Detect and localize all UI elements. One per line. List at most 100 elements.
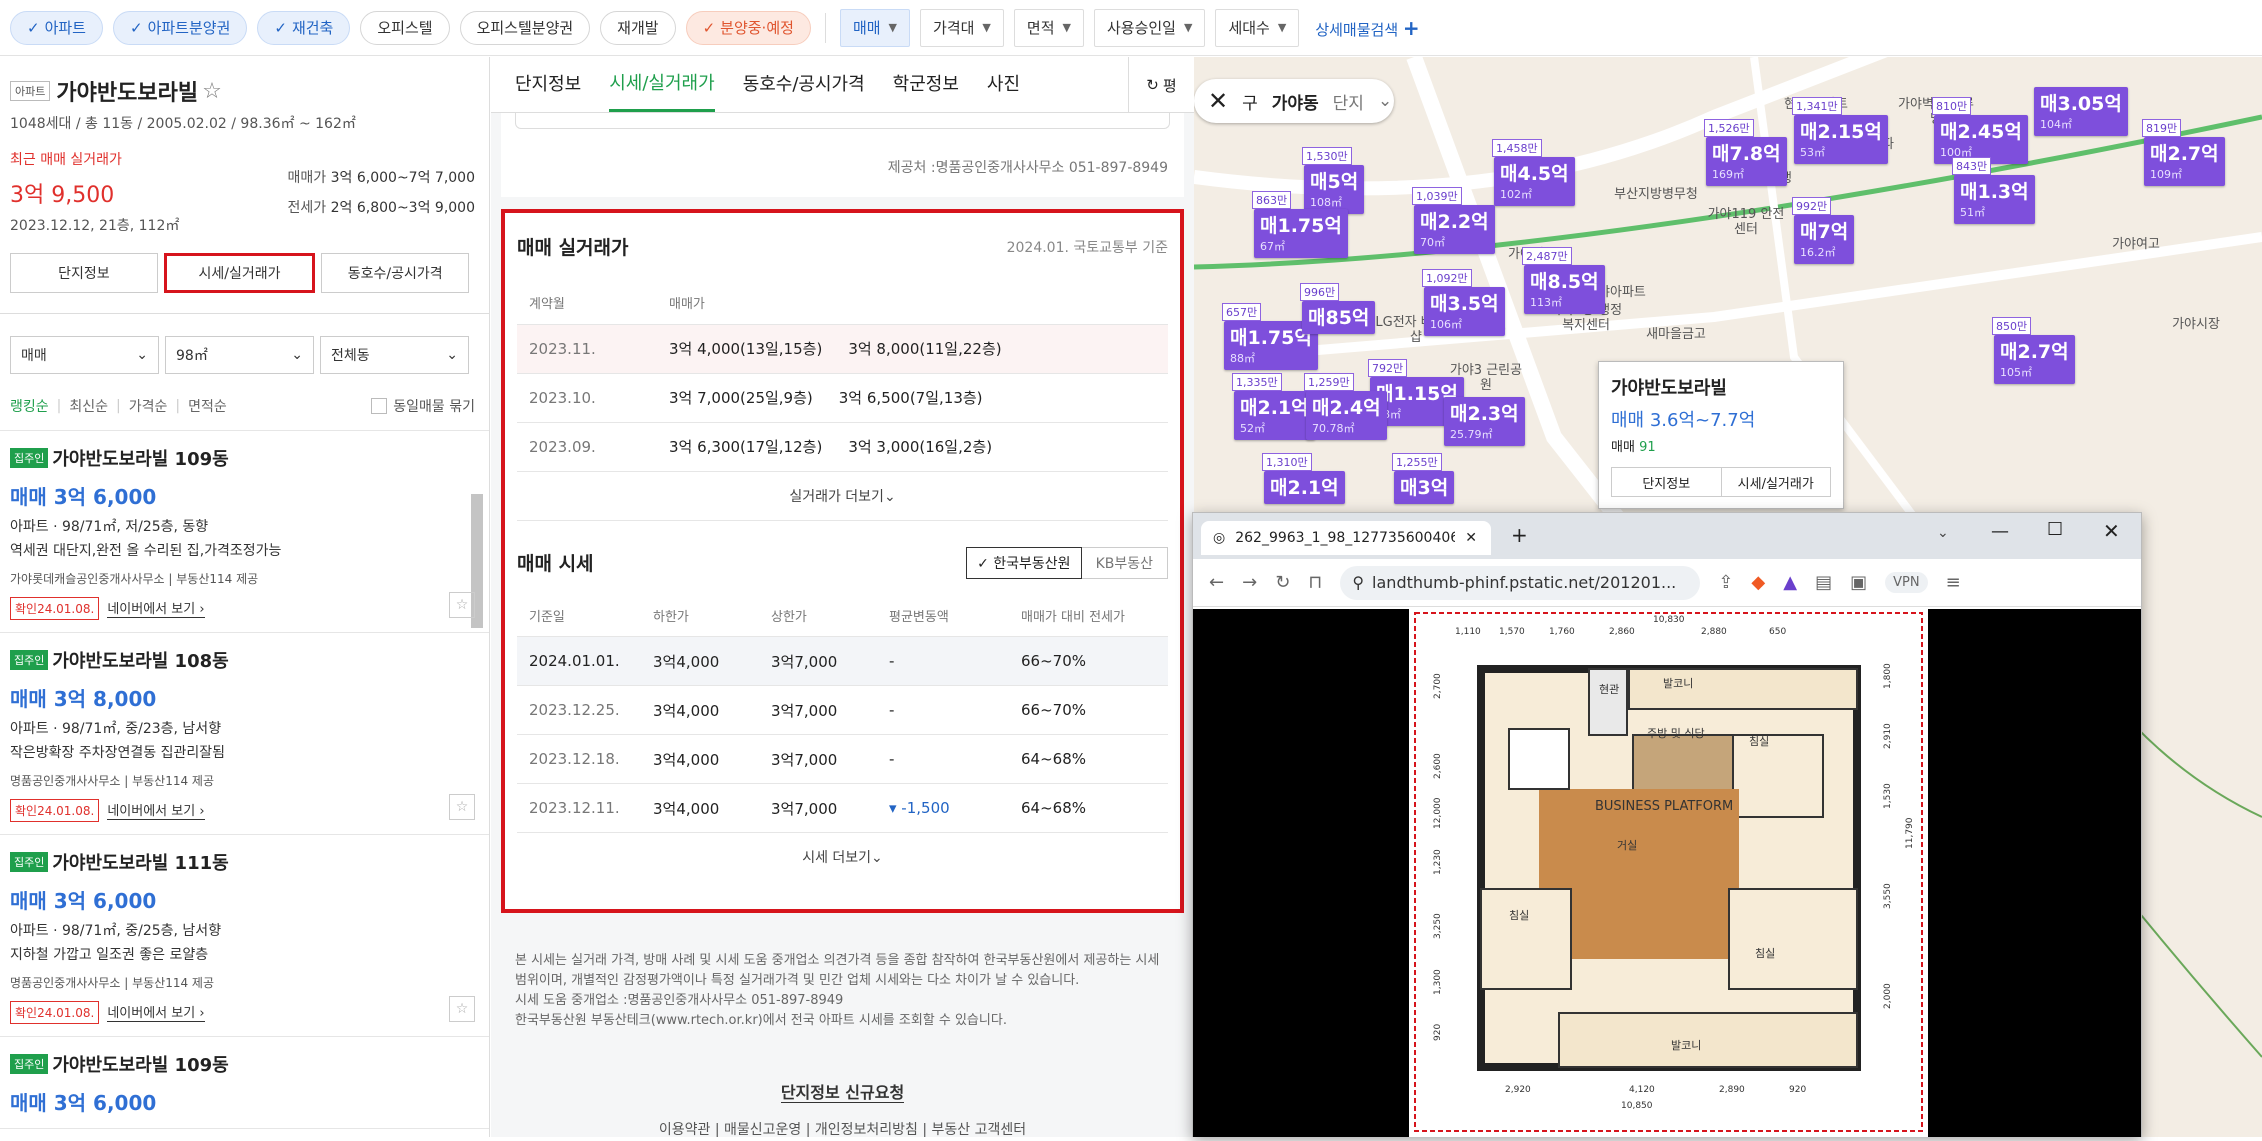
listing-price: 매매 3억 6,000 (10, 889, 157, 913)
wallet-icon[interactable]: ▣ (1850, 572, 1867, 593)
area-dropdown[interactable]: 면적 ▼ (1013, 8, 1084, 47)
map-place-label[interactable]: 가야시장 (2154, 317, 2238, 332)
households-dropdown[interactable]: 세대수 ▼ (1215, 8, 1300, 47)
toggle-kb[interactable]: KB부동산 (1081, 546, 1168, 579)
naver-link[interactable]: 네이버에서 보기 › (107, 804, 205, 820)
popup-info-button[interactable]: 단지정보 (1611, 467, 1722, 497)
chip-presale-upcoming[interactable]: ✓ 분양중·예정 (685, 10, 811, 45)
group-checkbox[interactable] (371, 398, 388, 414)
naver-link[interactable]: 네이버에서 보기 › (107, 602, 205, 618)
map-price-pin[interactable]: 1,310만 매2.1억 (1262, 453, 1345, 504)
toggle-kab[interactable]: ✓ 한국부동산원 (966, 546, 1082, 579)
tab-price[interactable]: 시세/실거래가 (609, 69, 715, 112)
floor-plan-image: 10,830 1,110 1,570 1,760 2,860 2,880 650 2,920 4… (1409, 609, 1928, 1137)
map-place-label[interactable]: 가야119 안전센터 (1704, 207, 1788, 237)
bookmark-icon[interactable]: ⊓ (1308, 572, 1322, 593)
chip-officetel-presale[interactable]: 오피스텔분양권 (459, 10, 591, 45)
tab-complex-info[interactable]: 단지정보 (10, 253, 158, 293)
market-more-button[interactable]: 시세 더보기⌄ (517, 833, 1168, 881)
map-price-pin[interactable]: 850만 매2.7억 105㎡ (1992, 317, 2075, 384)
sort-ranking[interactable]: 랭킹순 (10, 396, 49, 416)
map-place-label[interactable]: 가야여고 (2094, 237, 2178, 252)
map-price-pin[interactable]: 1,458만 매4.5억 102㎡ (1492, 139, 1575, 206)
listing-item[interactable]: 집주인 가야반도보라빌 109동 매매 3억 6,000 아파트 · 98/71㎡… (0, 431, 489, 633)
chip-apartment[interactable]: ✓ 아파트 (10, 10, 103, 45)
popup-price-button[interactable]: 시세/실거래가 (1721, 467, 1831, 497)
new-request-link[interactable]: 단지정보 신규요청 (780, 1083, 905, 1103)
trade-type-dropdown[interactable]: 매매 ▼ (839, 8, 911, 47)
map-price-pin[interactable]: 992만 매7억 16.2㎡ (1792, 197, 1855, 264)
filter-trade-select[interactable]: 매매 ⌄ (10, 336, 159, 374)
listing-item[interactable]: 집주인 가야반도보라빌 111동 매매 3억 6,000 아파트 · 98/71㎡… (0, 835, 489, 1037)
map-price-pin[interactable]: 매3.05억 104㎡ (2034, 87, 2128, 136)
close-icon[interactable]: ✕ (1465, 530, 1477, 546)
tab-price[interactable]: 시세/실거래가 (163, 253, 316, 293)
map-price-pin[interactable]: 1,259만 매2.4억 70.78㎡ (1304, 373, 1387, 440)
map-price-pin[interactable]: 996만 매85억 (1300, 283, 1376, 334)
map-price-pin[interactable]: 1,341만 매2.15억 53㎡ (1792, 97, 1888, 164)
listing-item[interactable]: 집주인 가야반도보라빌 108동 매매 3억 8,000 아파트 · 98/71㎡… (0, 633, 489, 835)
favorite-star-icon[interactable]: ☆ (449, 794, 475, 820)
share-icon[interactable]: ⇪ (1718, 572, 1733, 593)
approval-date-dropdown[interactable]: 사용승인일 ▼ (1093, 8, 1206, 47)
back-icon[interactable]: ← (1209, 572, 1224, 593)
filter-building-select[interactable]: 전체동 ⌄ (320, 336, 469, 374)
browser-tab[interactable]: ◎ 262_9963_1_98_1277356004061.j ✕ (1201, 521, 1491, 555)
dimension-label: 1,110 (1455, 627, 1481, 637)
chip-officetel[interactable]: 오피스텔 (360, 10, 450, 45)
star-icon[interactable]: ☆ (202, 79, 222, 104)
sidebar-icon[interactable]: ▤ (1815, 572, 1832, 593)
address-bar[interactable]: ⚲ landthumb-phinf.pstatic.net/201201... (1340, 565, 1701, 600)
close-icon[interactable]: ✕ (1208, 87, 1228, 115)
tab-school[interactable]: 학군정보 (893, 70, 959, 112)
map-price-pin[interactable]: 819만 매2.7억 109㎡ (2142, 119, 2225, 186)
map-price-pin[interactable]: 843만 매1.3억 51㎡ (1952, 157, 2035, 224)
refresh-button[interactable]: ↻ 평 (1128, 57, 1194, 113)
forward-icon[interactable]: → (1242, 572, 1257, 593)
price-dropdown[interactable]: 가격대 ▼ (920, 8, 1004, 47)
filter-area-select[interactable]: 98㎡ ⌄ (165, 336, 314, 374)
listing-item[interactable]: 집주인 가야반도보라빌 109동 매매 3억 6,000 (0, 1037, 489, 1129)
map-price-pin[interactable]: 1,335만 매2.1억 52㎡ (1232, 373, 1315, 440)
vpn-button[interactable]: VPN (1885, 572, 1928, 593)
reload-icon[interactable]: ↻ (1275, 572, 1290, 593)
favorite-star-icon[interactable]: ☆ (449, 996, 475, 1022)
map-price-pin[interactable]: 1,039만 매2.2억 70㎡ (1412, 187, 1495, 254)
favorite-star-icon[interactable]: ☆ (449, 592, 475, 618)
map-price-pin[interactable]: 2,487만 매8.5억 113㎡ (1522, 247, 1605, 314)
map-place-label[interactable]: 새마을금고 (1634, 327, 1718, 342)
tab-unit-price[interactable]: 동호수/공시가격 (743, 70, 865, 112)
chip-apartment-presale[interactable]: ✓ 아파트분양권 (112, 10, 248, 45)
map-place-label[interactable]: 부산지방병무청 (1614, 187, 1698, 202)
footer-links[interactable]: 이용약관 | 매물신고운영 | 개인정보처리방침 | 부동산 고객센터 (491, 1119, 1194, 1137)
minimize-icon[interactable]: — (1991, 521, 2009, 542)
map-price-pin[interactable]: 매2.3억 25.79㎡ (1444, 397, 1525, 446)
tab-complex-info[interactable]: 단지정보 (515, 70, 581, 112)
triangle-icon[interactable]: ▲ (1783, 572, 1797, 593)
tab-unit-price[interactable]: 동호수/공시가격 (321, 253, 470, 293)
detail-search-link[interactable]: 상세매물검색 + (1315, 16, 1419, 40)
map-price-pin[interactable]: 1,530만 매5억 108㎡ (1302, 147, 1365, 214)
site-info-icon[interactable]: ⚲ (1352, 573, 1364, 592)
sort-price[interactable]: 가격순 (129, 396, 168, 416)
maximize-icon[interactable]: ☐ (2047, 519, 2063, 540)
chip-reconstruction[interactable]: ✓ 재건축 (257, 10, 351, 45)
map-price-pin[interactable]: 1,255만 매3억 (1392, 453, 1455, 504)
sort-latest[interactable]: 최신순 (69, 396, 108, 416)
brave-icon[interactable]: ◆ (1751, 572, 1765, 593)
real-trade-more-button[interactable]: 실거래가 더보기⌄ (517, 472, 1168, 521)
map-breadcrumb[interactable]: ✕ 구 가야동 단지 ⌄ (1194, 79, 1394, 123)
sort-area[interactable]: 면적순 (188, 396, 227, 416)
complex-popup[interactable]: 가야반도보라빌 매매 3.6억~7.7억 매매 91 단지정보 시세/실거래가 (1598, 361, 1844, 509)
map-price-pin[interactable]: 863만 매1.75억 67㎡ (1252, 191, 1348, 258)
chevron-down-icon[interactable]: ⌄ (1937, 525, 1949, 541)
menu-icon[interactable]: ≡ (1946, 572, 1961, 593)
naver-link[interactable]: 네이버에서 보기 › (107, 1006, 205, 1022)
map-price-pin[interactable]: 1,526만 매7.8억 169㎡ (1704, 119, 1787, 186)
chip-redevelopment[interactable]: 재개발 (600, 10, 676, 45)
map-price-pin[interactable]: 1,092만 매3.5억 106㎡ (1422, 269, 1505, 336)
sale-range: 3억 6,000~7억 7,000 (330, 170, 475, 186)
tab-photos[interactable]: 사진 (987, 70, 1020, 112)
new-tab-icon[interactable]: + (1511, 523, 1528, 547)
close-window-icon[interactable]: ✕ (2103, 519, 2120, 543)
